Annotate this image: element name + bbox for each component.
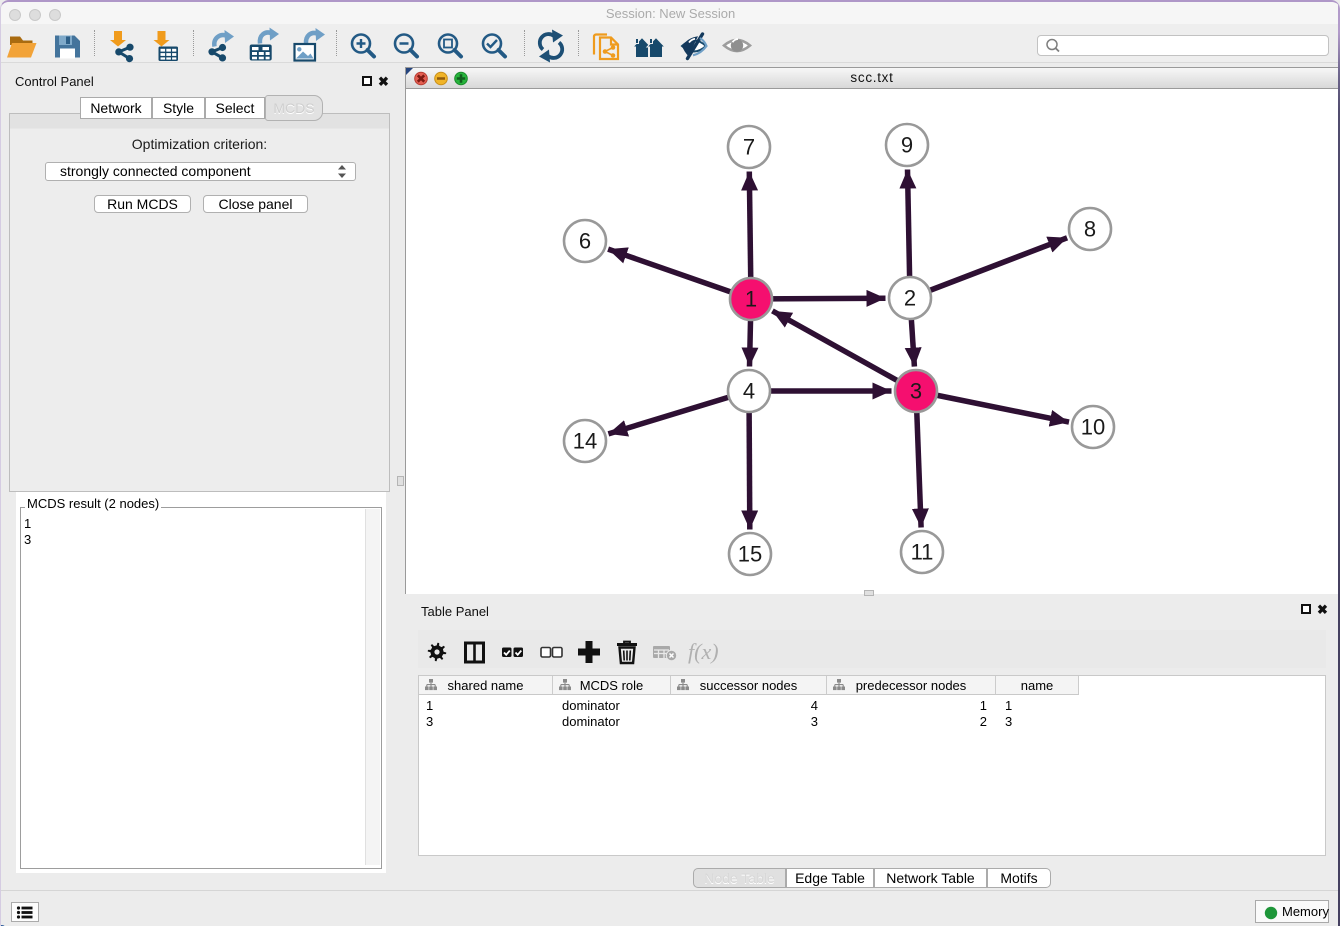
svg-text:f(x): f(x) [688, 639, 719, 664]
svg-text:6: 6 [579, 229, 591, 254]
svg-text:9: 9 [901, 133, 913, 158]
svg-text:14: 14 [573, 429, 597, 454]
svg-text:7: 7 [743, 135, 755, 160]
svg-text:3: 3 [910, 379, 922, 404]
svg-text:4: 4 [743, 379, 755, 404]
svg-text:15: 15 [738, 542, 762, 567]
svg-text:8: 8 [1084, 217, 1096, 242]
svg-text:1: 1 [745, 287, 757, 312]
svg-text:10: 10 [1081, 415, 1105, 440]
svg-text:2: 2 [904, 286, 916, 311]
svg-text:11: 11 [911, 540, 934, 565]
